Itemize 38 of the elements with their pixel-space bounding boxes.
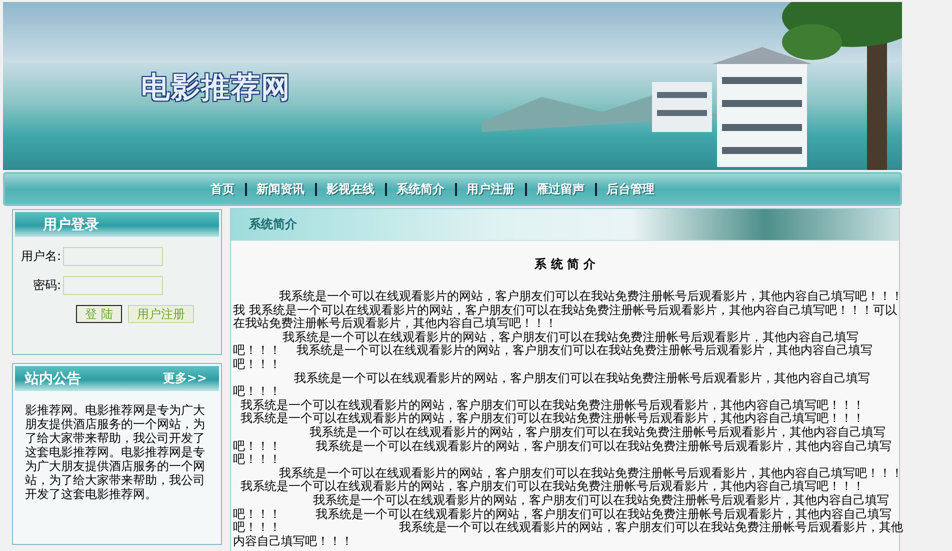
article-text: 我系统是一个可以在线观看影片的网站，客户朋友们可以在我站免费注册帐号后观看影片，其他内容自己填写 [293, 372, 872, 386]
panel-title: 站内公告 [25, 370, 81, 388]
login-button[interactable]: 登 陆 [76, 305, 122, 323]
nav-link[interactable]: 首页 [200, 182, 244, 196]
article-text: 我系统是一个可以在线观看影片的网站，客户朋友们可以在我站免费注册帐号后观看影片，其他内容自己填写 [282, 330, 860, 344]
article-text: 吧！！！ 我系统是一个可以在线观看影片的网站，客户朋友们可以在我站免费注册帐号后观看影片，其他内容自己填写 [233, 508, 892, 520]
more-link[interactable]: 更多>> [162, 370, 207, 387]
article-text: 我系统是一个可以在线观看影片的网站，客户朋友们可以在我站免费注册帐号后观看影片，其他内容自己填写吧！！！ [240, 412, 866, 426]
section-title: 系统简介 [249, 216, 297, 233]
nav-link[interactable]: 影视在线 [314, 182, 384, 196]
nav-link[interactable]: 新闻资讯 [244, 182, 314, 196]
nav-link[interactable]: 系统简介 [384, 182, 454, 196]
article-text: 我系统是一个可以在线观看影片的网站，客户朋友们可以在我站免费注册帐号后观看影片，其他内容自己填写吧！！！ [240, 398, 866, 412]
article-text: 我系统是一个可以在线观看影片的网站，客户朋友们可以在我站免费注册帐号后观看影片，其他内容自己填写吧！！！ [240, 480, 866, 494]
field-label: 密码: [32, 277, 61, 294]
field-label: 用户名: [20, 248, 61, 265]
article-text: 吧！！！ [233, 358, 282, 372]
article-text: 吧！！！ 我系统是一个可以在线观看影片的网站，客户朋友们可以在我站免费注册帐号后观看影片，其他内容自己填写 [233, 440, 892, 454]
article-text: 吧！！！ [233, 385, 282, 399]
article-text: 我系统是一个可以在线观看影片的网站，客户朋友们可以在我站免费注册帐号后观看影片，其他内容自己填写吧！！！ [278, 466, 899, 480]
article-text: 我系统是一个可以在线观看影片的网站，客户朋友们可以在我站免费注册帐号后观看影片，其他内容自己填写吧！！！ [278, 290, 899, 304]
article-text: 我系统是一个可以在线观看影片的网站，客户朋友们可以在我站免费注册帐号后观看影片，其他内容自己填写 [308, 426, 886, 440]
article-text: 吧！！！ [233, 453, 282, 467]
site-title: 电影推荐网 [141, 69, 291, 106]
nav-link[interactable]: 雁过留声 [524, 182, 594, 196]
input-field[interactable] [63, 247, 163, 266]
panel-title: 用户登录 [43, 216, 99, 234]
nav-link[interactable]: 用户注册 [454, 182, 524, 196]
notice-text: 影推荐网。电影推荐网是专为广大朋友提供酒店服务的一个网站，为了给大家带来帮助，我公司开发了这套电影推荐网。电影推荐网是专为广大朋友提供酒店服务的一个网站，为了给大家带来帮助，我公司开发了这套电影推荐网。 [25, 403, 206, 501]
article-text: 我系统是一个可以在线观看影片的网站，客户朋友们可以在我站免费注册帐号后观看影片，其他内容自己填写 [312, 494, 890, 508]
article-heading: 系 统 简 介 [534, 256, 596, 273]
input-field[interactable] [63, 276, 163, 295]
register-button[interactable]: 用户注册 [128, 305, 194, 323]
article-text: 我 我系统是一个可以在线观看影片的网站，客户朋友们可以在我站免费注册帐号后观看影片，其他内容自己填写吧！！！可以 [233, 304, 898, 317]
nav-link[interactable]: 后台管理 [594, 182, 664, 196]
article-text: 在我站免费注册帐号后观看影片，其他内容自己填写吧！！！ [233, 317, 558, 330]
article-text: 吧！！！ 我系统是一个可以在线观看影片的网站，客户朋友们可以在我站免费注册帐号后观看影片，其他内容自己填写 [233, 344, 874, 358]
article-text: 内容自己填写吧！！！ [233, 534, 354, 548]
